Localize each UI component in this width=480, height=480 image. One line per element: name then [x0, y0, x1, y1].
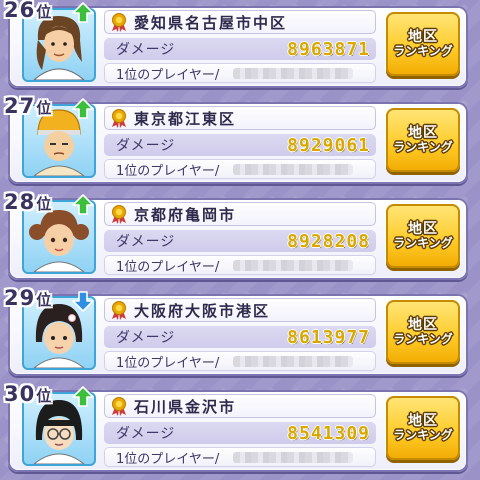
rank-suffix: 位	[36, 3, 52, 21]
region-name-bar: 東京都江東区	[104, 106, 376, 130]
top-player-bar: 1位のプレイヤー/	[104, 159, 376, 179]
damage-label: ダメージ	[116, 138, 176, 154]
ranking-row: 29 位 大阪府大阪市港区 ダメージ 8613977 1位のプレイヤー/ 地区 …	[0, 286, 480, 380]
blurred-player-name	[233, 259, 354, 271]
rank-suffix: 位	[36, 291, 52, 309]
blurred-player-name	[233, 67, 354, 79]
rank-number: 29	[4, 286, 36, 310]
regional-ranking-list: 26 位 愛知県名古屋市中区 ダメージ 8963871 1位のプレイヤー/ 地区…	[0, 0, 480, 480]
button-label-line1: 地区	[408, 221, 438, 238]
button-label-line1: 地区	[408, 29, 438, 46]
damage-bar: ダメージ 8541309	[104, 422, 376, 444]
damage-label: ダメージ	[116, 426, 176, 442]
region-name: 愛知県名古屋市中区	[134, 13, 288, 32]
ribbon-icon	[112, 13, 126, 32]
top-player-bar: 1位のプレイヤー/	[104, 63, 376, 83]
region-ranking-button[interactable]: 地区 ランキング	[386, 300, 460, 364]
rank-label: 30 位	[4, 382, 51, 410]
region-name: 大阪府大阪市港区	[134, 301, 271, 320]
top-player-label: 1位のプレイヤー/	[116, 163, 220, 179]
region-ranking-button[interactable]: 地区 ランキング	[386, 108, 460, 172]
ribbon-icon	[112, 205, 126, 224]
rank-suffix: 位	[36, 99, 52, 117]
damage-label: ダメージ	[116, 330, 176, 346]
button-label-line2: ランキング	[393, 140, 453, 155]
damage-label: ダメージ	[116, 42, 176, 58]
trend-up-icon	[72, 194, 94, 215]
ranking-row: 27 位 東京都江東区 ダメージ 8929061 1位のプレイヤー/ 地区 ラン…	[0, 94, 480, 188]
button-label-line1: 地区	[408, 317, 438, 334]
trend-up-icon	[72, 2, 94, 23]
rank-number: 26	[4, 0, 36, 22]
button-label-line2: ランキング	[393, 428, 453, 443]
top-player-label: 1位のプレイヤー/	[116, 259, 220, 275]
blurred-player-name	[233, 163, 354, 175]
rank-label: 27 位	[4, 94, 51, 122]
button-label-line1: 地区	[408, 125, 438, 142]
damage-bar: ダメージ 8928208	[104, 230, 376, 252]
button-label-line2: ランキング	[393, 332, 453, 347]
ribbon-icon	[112, 109, 126, 128]
ranking-row: 28 位 京都府亀岡市 ダメージ 8928208 1位のプレイヤー/ 地区 ラン…	[0, 190, 480, 284]
rank-suffix: 位	[36, 387, 52, 405]
damage-value: 8928208	[287, 230, 370, 252]
rank-suffix: 位	[36, 195, 52, 213]
button-label-line2: ランキング	[393, 236, 453, 251]
region-name: 石川県金沢市	[134, 397, 237, 416]
damage-label: ダメージ	[116, 234, 176, 250]
damage-value: 8963871	[287, 38, 370, 60]
top-player-label: 1位のプレイヤー/	[116, 451, 220, 467]
trend-up-icon	[72, 98, 94, 119]
ribbon-icon	[112, 397, 126, 416]
damage-value: 8929061	[287, 134, 370, 156]
top-player-label: 1位のプレイヤー/	[116, 67, 220, 83]
blurred-player-name	[233, 451, 354, 463]
button-label-line1: 地区	[408, 413, 438, 430]
rank-label: 26 位	[4, 0, 51, 26]
region-name-bar: 京都府亀岡市	[104, 202, 376, 226]
region-name: 京都府亀岡市	[134, 205, 237, 224]
trend-down-icon	[72, 291, 94, 312]
rank-number: 27	[4, 94, 36, 118]
region-name-bar: 石川県金沢市	[104, 394, 376, 418]
damage-bar: ダメージ 8963871	[104, 38, 376, 60]
region-name: 東京都江東区	[134, 109, 237, 128]
damage-value: 8613977	[287, 326, 370, 348]
button-label-line2: ランキング	[393, 44, 453, 59]
rank-label: 28 位	[4, 190, 51, 218]
region-ranking-button[interactable]: 地区 ランキング	[386, 396, 460, 460]
damage-bar: ダメージ 8613977	[104, 326, 376, 348]
rank-label: 29 位	[4, 286, 51, 314]
region-ranking-button[interactable]: 地区 ランキング	[386, 204, 460, 268]
ranking-row: 30 位 石川県金沢市 ダメージ 8541309 1位のプレイヤー/ 地区 ラン…	[0, 382, 480, 476]
blurred-player-name	[233, 355, 354, 367]
top-player-bar: 1位のプレイヤー/	[104, 447, 376, 467]
region-ranking-button[interactable]: 地区 ランキング	[386, 12, 460, 76]
rank-number: 30	[4, 382, 36, 406]
top-player-bar: 1位のプレイヤー/	[104, 351, 376, 371]
rank-number: 28	[4, 190, 36, 214]
region-name-bar: 大阪府大阪市港区	[104, 298, 376, 322]
top-player-label: 1位のプレイヤー/	[116, 355, 220, 371]
damage-value: 8541309	[287, 422, 370, 444]
ribbon-icon	[112, 301, 126, 320]
region-name-bar: 愛知県名古屋市中区	[104, 10, 376, 34]
trend-up-icon	[72, 386, 94, 407]
top-player-bar: 1位のプレイヤー/	[104, 255, 376, 275]
ranking-row: 26 位 愛知県名古屋市中区 ダメージ 8963871 1位のプレイヤー/ 地区…	[0, 0, 480, 92]
damage-bar: ダメージ 8929061	[104, 134, 376, 156]
